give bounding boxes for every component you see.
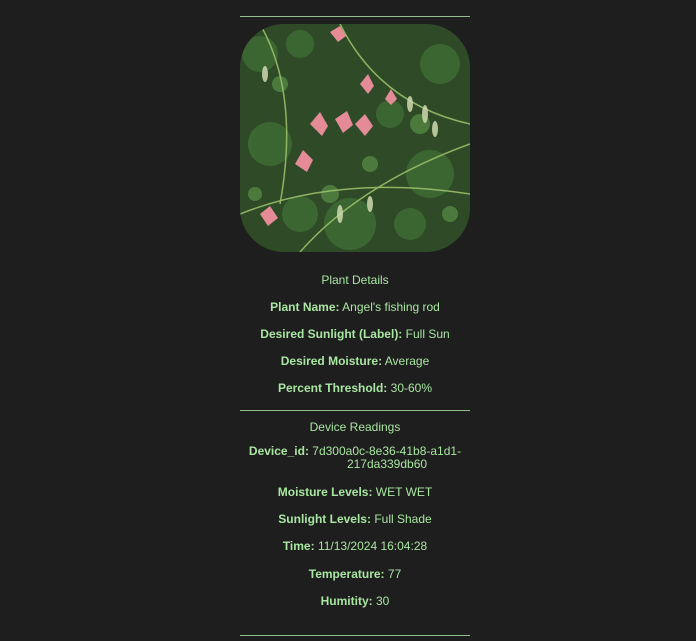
desired-moisture-row: Desired Moisture: Average bbox=[240, 355, 470, 368]
time-label: Time: bbox=[282, 539, 315, 553]
sunlight-levels-label: Sunlight Levels: bbox=[278, 512, 371, 526]
section-divider bbox=[240, 410, 470, 411]
humidity-row: Humitity: 30 bbox=[240, 595, 470, 608]
time-row: Time: 11/13/2024 16:04:28 bbox=[240, 540, 470, 553]
top-divider bbox=[240, 16, 470, 17]
plant-details-heading: Plant Details bbox=[321, 273, 389, 287]
humidity-label: Humitity: bbox=[320, 594, 373, 608]
plant-photo-illustration bbox=[240, 24, 470, 252]
temperature-value: 77 bbox=[387, 567, 402, 581]
temperature-row: Temperature: 77 bbox=[240, 568, 470, 581]
plant-photo bbox=[240, 24, 470, 252]
plant-name-row: Plant Name: Angel's fishing rod bbox=[240, 301, 470, 314]
plant-name-label: Plant Name: bbox=[270, 300, 340, 314]
desired-moisture-label: Desired Moisture: bbox=[280, 354, 383, 368]
device-id-value-line2: 217da339db60 bbox=[346, 457, 428, 471]
desired-sunlight-row: Desired Sunlight (Label): Full Sun bbox=[240, 328, 470, 341]
plant-name-value: Angel's fishing rod bbox=[342, 300, 440, 314]
temperature-label: Temperature: bbox=[308, 567, 385, 581]
moisture-levels-value: WET WET bbox=[375, 485, 433, 499]
device-readings-heading: Device Readings bbox=[309, 420, 401, 434]
moisture-levels-row: Moisture Levels: WET WET bbox=[240, 486, 470, 499]
percent-threshold-value: 30-60% bbox=[390, 381, 433, 395]
sunlight-levels-value: Full Shade bbox=[374, 512, 432, 526]
device-id-label: Device_id: bbox=[248, 444, 309, 458]
desired-sunlight-label: Desired Sunlight (Label): bbox=[260, 327, 403, 341]
sunlight-levels-row: Sunlight Levels: Full Shade bbox=[240, 513, 470, 526]
percent-threshold-label: Percent Threshold: bbox=[277, 381, 388, 395]
desired-moisture-value: Average bbox=[384, 354, 430, 368]
device-id-row: Device_id: 7d300a0c-8e36-41b8-a1d1- 217d… bbox=[240, 445, 470, 471]
device-id-value-line1: 7d300a0c-8e36-41b8-a1d1- bbox=[312, 444, 462, 458]
desired-sunlight-value: Full Sun bbox=[405, 327, 450, 341]
humidity-value: 30 bbox=[375, 594, 390, 608]
time-value: 11/13/2024 16:04:28 bbox=[317, 539, 428, 553]
moisture-levels-label: Moisture Levels: bbox=[277, 485, 373, 499]
bottom-divider bbox=[240, 635, 470, 636]
percent-threshold-row: Percent Threshold: 30-60% bbox=[240, 382, 470, 395]
